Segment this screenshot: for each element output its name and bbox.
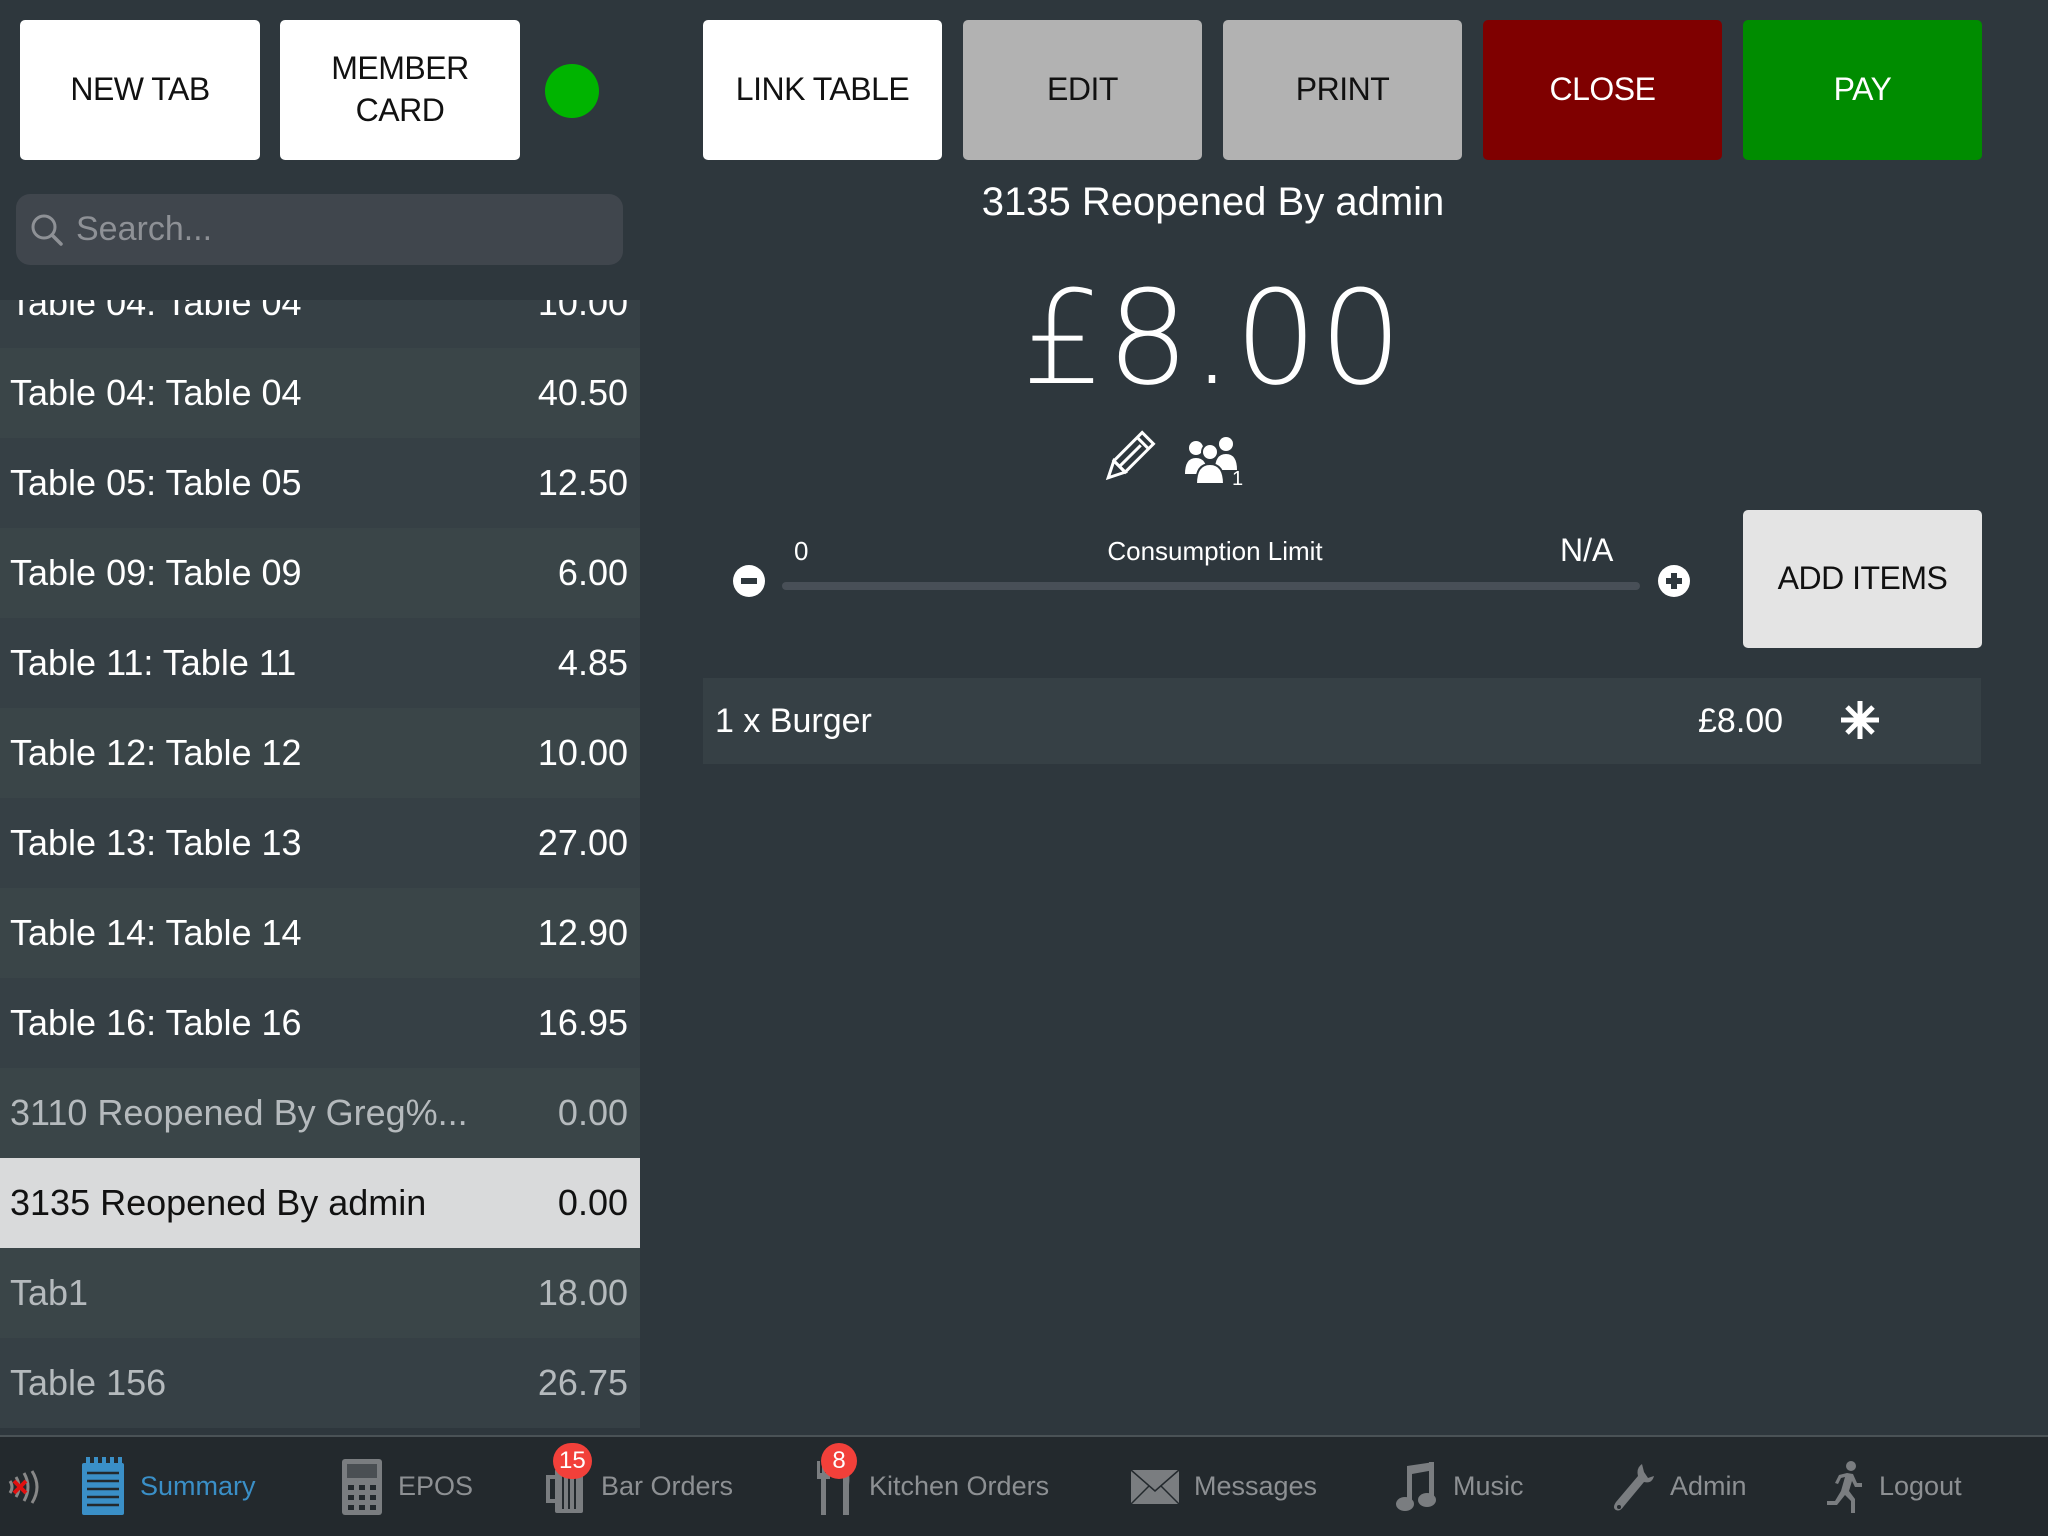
envelope-icon (1130, 1468, 1188, 1505)
open-tabs-list[interactable]: Table 04: Table 04 10.00 Table 04: Table 0… (0, 298, 640, 1435)
tab-name: Table 16: Table 16 (10, 1002, 302, 1043)
calculator-icon (340, 1458, 392, 1515)
tab-list-row[interactable]: Table 11: Table 11 4.85 (0, 618, 640, 708)
notepad-icon (80, 1456, 134, 1517)
tab-amount: 16.95 (537, 1002, 628, 1043)
order-item-row[interactable]: 1 x Burger £8.00 (703, 678, 1981, 764)
tab-name: Table 04: Table 04 (10, 372, 302, 413)
tab-name: Table 13: Table 13 (10, 822, 302, 863)
tab-list-row[interactable]: Table 09: Table 09 6.00 (0, 528, 640, 618)
edit-button[interactable]: EDIT (963, 20, 1202, 160)
tab-name: Table 14: Table 14 (10, 912, 302, 953)
covers-count: 1 (1232, 468, 1244, 490)
tab-amount: 4.85 (557, 642, 628, 683)
tab-list-row[interactable]: 3110 Reopened By Greg%... 0.00 (0, 1068, 640, 1158)
print-button[interactable]: PRINT (1223, 20, 1462, 160)
tab-amount: 0.00 (557, 1092, 628, 1133)
nav-admin[interactable]: Admin (1610, 1437, 1747, 1536)
tab-name: 3110 Reopened By Greg%... (10, 1092, 468, 1133)
increase-limit-button[interactable] (1658, 565, 1690, 597)
close-button[interactable]: CLOSE (1483, 20, 1722, 160)
nav-label: Logout (1879, 1471, 1962, 1501)
tab-list-row[interactable]: Table 04: Table 04 10.00 (0, 298, 640, 348)
limit-min-label: 0 (794, 536, 809, 566)
pay-button[interactable]: PAY (1743, 20, 1982, 160)
wrench-icon (1610, 1462, 1664, 1512)
tab-name: Table 04: Table 04 (10, 298, 302, 323)
tab-amount: 0.00 (557, 1182, 628, 1223)
tab-name: 3135 Reopened By admin (10, 1182, 427, 1223)
consumption-limit-slider[interactable] (782, 582, 1640, 590)
tab-name: Table 09: Table 09 (10, 552, 302, 593)
tab-amount: 40.50 (537, 372, 628, 413)
tab-title: 3135 Reopened By admin (981, 180, 1445, 224)
pencil-icon[interactable] (1098, 428, 1158, 488)
new-tab-button[interactable]: NEW TAB (20, 20, 260, 160)
tab-amount: 10.00 (537, 298, 628, 323)
nav-music[interactable]: Music (1395, 1437, 1524, 1536)
decrease-limit-button[interactable] (733, 565, 765, 597)
tab-name: Table 05: Table 05 (10, 462, 302, 503)
tab-amount: 27.00 (537, 822, 628, 863)
tab-list-row[interactable]: Table 156 26.75 (0, 1338, 640, 1428)
nav-summary[interactable]: Summary (80, 1437, 256, 1536)
tab-amount: 12.90 (537, 912, 628, 953)
notification-badge: 8 (821, 1443, 857, 1479)
search-box[interactable] (16, 194, 623, 265)
order-items-list: 1 x Burger £8.00 (703, 678, 1981, 764)
tab-amount: 12.50 (537, 462, 628, 503)
tab-total: £8.00 (1021, 262, 1405, 414)
list-top-divider (0, 280, 640, 300)
notification-badge: 15 (553, 1443, 592, 1479)
tab-name: Table 11: Table 11 (10, 642, 297, 683)
nav-label: Messages (1194, 1471, 1318, 1501)
nav-kitchen-orders[interactable]: Kitchen Orders 8 (815, 1437, 1049, 1536)
nav-messages[interactable]: Messages (1130, 1437, 1317, 1536)
order-item-description: 1 x Burger (715, 701, 872, 740)
tab-list-row[interactable]: Table 05: Table 05 12.50 (0, 438, 640, 528)
nav-label: Kitchen Orders (869, 1471, 1050, 1501)
tab-list-row[interactable]: Table 13: Table 13 27.00 (0, 798, 640, 888)
tab-list-row[interactable]: Table 14: Table 14 12.90 (0, 888, 640, 978)
tab-name: Table 12: Table 12 (10, 732, 302, 773)
connection-status-indicator (545, 64, 599, 118)
tab-amount: 26.75 (537, 1362, 628, 1403)
tab-name: Table 156 (10, 1362, 167, 1403)
search-input[interactable] (76, 210, 616, 249)
tab-amount: 18.00 (537, 1272, 628, 1313)
bottom-navigation: Summary EPOS Bar Orders 15 Kitchen Orders 8 Me… (0, 1435, 2048, 1536)
member-card-button[interactable]: MEMBER CARD (280, 20, 520, 160)
nav-bar-orders[interactable]: Bar Orders 15 (545, 1437, 733, 1536)
nav-label: EPOS (398, 1471, 474, 1501)
search-icon (31, 214, 63, 246)
nav-label: Music (1453, 1471, 1524, 1501)
nav-label: Summary (140, 1471, 256, 1501)
consumption-limit-label: Consumption Limit (1107, 536, 1323, 566)
nav-label: Admin (1670, 1471, 1747, 1501)
tab-list-row[interactable]: Tab1 18.00 (0, 1248, 640, 1338)
tab-list-row[interactable]: Table 16: Table 16 16.95 (0, 978, 640, 1068)
limit-max-label: N/A (1560, 532, 1614, 568)
tab-list-row[interactable]: Table 12: Table 12 10.00 (0, 708, 640, 798)
nav-logout[interactable]: Logout (1825, 1437, 1962, 1536)
running-man-icon (1825, 1460, 1873, 1513)
tab-amount: 6.00 (557, 552, 628, 593)
tab-list-row[interactable]: 3135 Reopened By admin 0.00 (0, 1158, 640, 1248)
link-table-button[interactable]: LINK TABLE (703, 20, 942, 160)
nav-label: Bar Orders (601, 1471, 734, 1501)
music-note-icon (1395, 1461, 1447, 1512)
tab-list-row[interactable]: Table 04: Table 04 40.50 (0, 348, 640, 438)
tab-amount: 10.00 (537, 732, 628, 773)
asterisk-icon[interactable] (1838, 698, 1882, 742)
add-items-button[interactable]: ADD ITEMS (1743, 510, 1982, 648)
order-item-price: £8.00 (1698, 701, 1784, 740)
nfc-disconnected-icon (8, 1470, 39, 1504)
tab-name: Tab1 (10, 1272, 89, 1313)
nav-epos[interactable]: EPOS (340, 1437, 473, 1536)
